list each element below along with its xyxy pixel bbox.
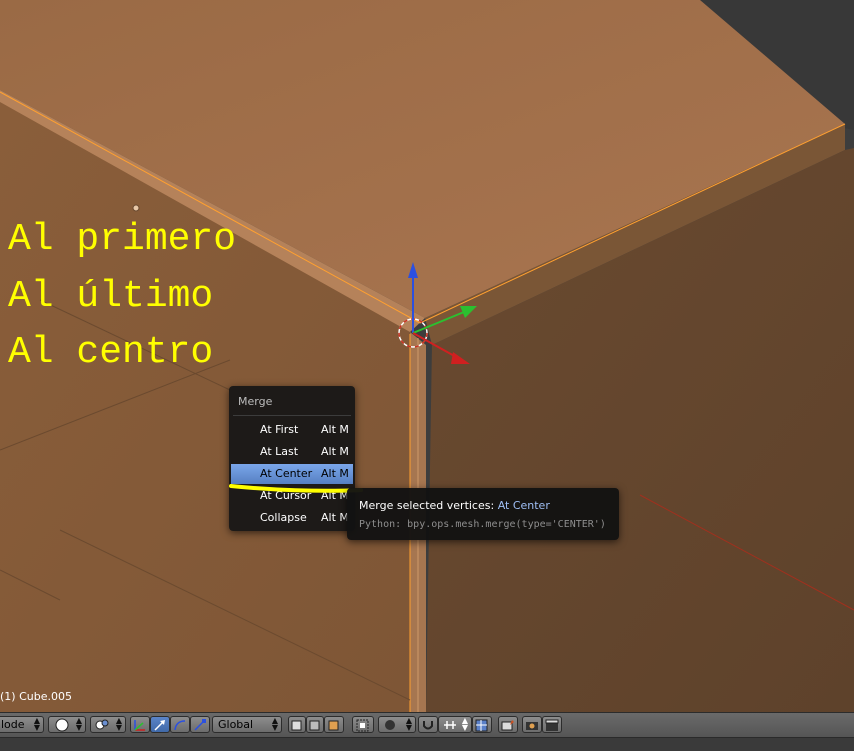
scale-icon: [194, 719, 206, 731]
menu-item-shortcut: Alt M: [321, 489, 349, 502]
updown-icon: ▲ ▼: [115, 716, 122, 732]
mode-label: lode: [1, 718, 25, 731]
menu-item-at-center[interactable]: At Center Alt M: [231, 464, 353, 484]
menu-item-at-cursor[interactable]: At Cursor Alt M: [231, 486, 353, 506]
tooltip: Merge selected vertices: At Center Pytho…: [347, 488, 619, 540]
tooltip-title: Merge selected vertices: At Center: [359, 499, 550, 512]
timeline-strip: [0, 737, 854, 751]
snap-target-button[interactable]: [472, 716, 492, 733]
snap-toggle[interactable]: [418, 716, 438, 733]
magnet-icon: [423, 721, 433, 730]
menu-item-label: At Last: [260, 445, 299, 458]
menu-item-shortcut: Alt M: [321, 511, 349, 524]
3d-viewport[interactable]: Al primero Al último Al centro (1) Cube.…: [0, 0, 854, 712]
updown-icon: ▲ ▼: [461, 716, 468, 732]
snap-target-icon: [475, 719, 488, 732]
pivot-icon: [95, 719, 109, 730]
edge-select-icon: [309, 720, 320, 731]
occlude-icon: [356, 719, 369, 732]
overlay-label-first: Al primero: [8, 218, 237, 261]
overlay-label-last: Al último: [8, 275, 214, 318]
vertex-select-mode-button[interactable]: [288, 716, 306, 733]
menu-item-at-first[interactable]: At First Alt M: [231, 420, 353, 440]
rotate-icon: [174, 720, 186, 731]
edge-select-mode-button[interactable]: [306, 716, 324, 733]
manipulator-toggle[interactable]: [130, 716, 150, 733]
clapper-icon: [545, 719, 559, 731]
arrow-icon: [154, 720, 165, 731]
render-image-button[interactable]: [522, 716, 542, 733]
rotate-manipulator-button[interactable]: [170, 716, 190, 733]
merge-menu: Merge At First Alt M At Last Alt M At Ce…: [229, 386, 355, 531]
snap-increment-icon: [444, 721, 456, 729]
limit-selection-button[interactable]: [352, 716, 374, 733]
updown-icon: ▲ ▼: [405, 716, 412, 732]
menu-item-at-last[interactable]: At Last Alt M: [231, 442, 353, 462]
menu-item-shortcut: Alt M: [321, 467, 349, 480]
render-animation-button[interactable]: [542, 716, 562, 733]
viewport-header: lode ▲ ▼ ▲ ▼ ▲ ▼ Global ▲ ▼ ▲ ▼ ▲ ▼: [0, 712, 854, 737]
snap-element-selector[interactable]: ▲ ▼: [438, 716, 472, 733]
mode-selector[interactable]: lode ▲ ▼: [0, 716, 44, 733]
vertex-dot[interactable]: [132, 204, 140, 212]
overlay-label-center: Al centro: [8, 331, 214, 374]
transform-orientation-selector[interactable]: Global ▲ ▼: [212, 716, 282, 733]
menu-item-shortcut: Alt M: [321, 445, 349, 458]
camera-icon: [526, 722, 538, 730]
tooltip-python: Python: bpy.ops.mesh.merge(type='CENTER'…: [359, 519, 606, 530]
menu-item-label: At Center: [260, 467, 313, 480]
menu-item-label: At Cursor: [260, 489, 312, 502]
menu-item-collapse[interactable]: Collapse Alt M: [231, 508, 353, 528]
updown-icon: ▲ ▼: [33, 716, 40, 732]
proportional-editing-selector[interactable]: ▲ ▼: [378, 716, 416, 733]
menu-item-shortcut: Alt M: [321, 423, 349, 436]
proportional-icon: [385, 720, 395, 730]
updown-icon: ▲ ▼: [75, 716, 82, 732]
vertex-select-icon: [291, 720, 302, 731]
translate-manipulator-button[interactable]: [150, 716, 170, 733]
menu-separator: [233, 415, 351, 416]
menu-item-label: Collapse: [260, 511, 307, 524]
solid-shading-icon: [55, 718, 69, 732]
transform-orientation-label: Global: [218, 718, 254, 731]
object-info: (1) Cube.005: [0, 690, 72, 703]
opengl-render-button[interactable]: [498, 716, 518, 733]
updown-icon: ▲ ▼: [271, 716, 278, 732]
face-select-mode-button[interactable]: [324, 716, 344, 733]
pivot-point-selector[interactable]: ▲ ▼: [90, 716, 126, 733]
merge-menu-title: Merge: [238, 395, 273, 408]
render-icon: [501, 720, 514, 731]
scale-manipulator-button[interactable]: [190, 716, 210, 733]
tooltip-value: At Center: [497, 499, 550, 512]
tooltip-title-text: Merge selected vertices:: [359, 499, 495, 512]
manipulator-icon: [134, 720, 145, 731]
menu-item-label: At First: [260, 423, 299, 436]
face-select-icon: [328, 720, 339, 731]
viewport-shading-selector[interactable]: ▲ ▼: [48, 716, 86, 733]
